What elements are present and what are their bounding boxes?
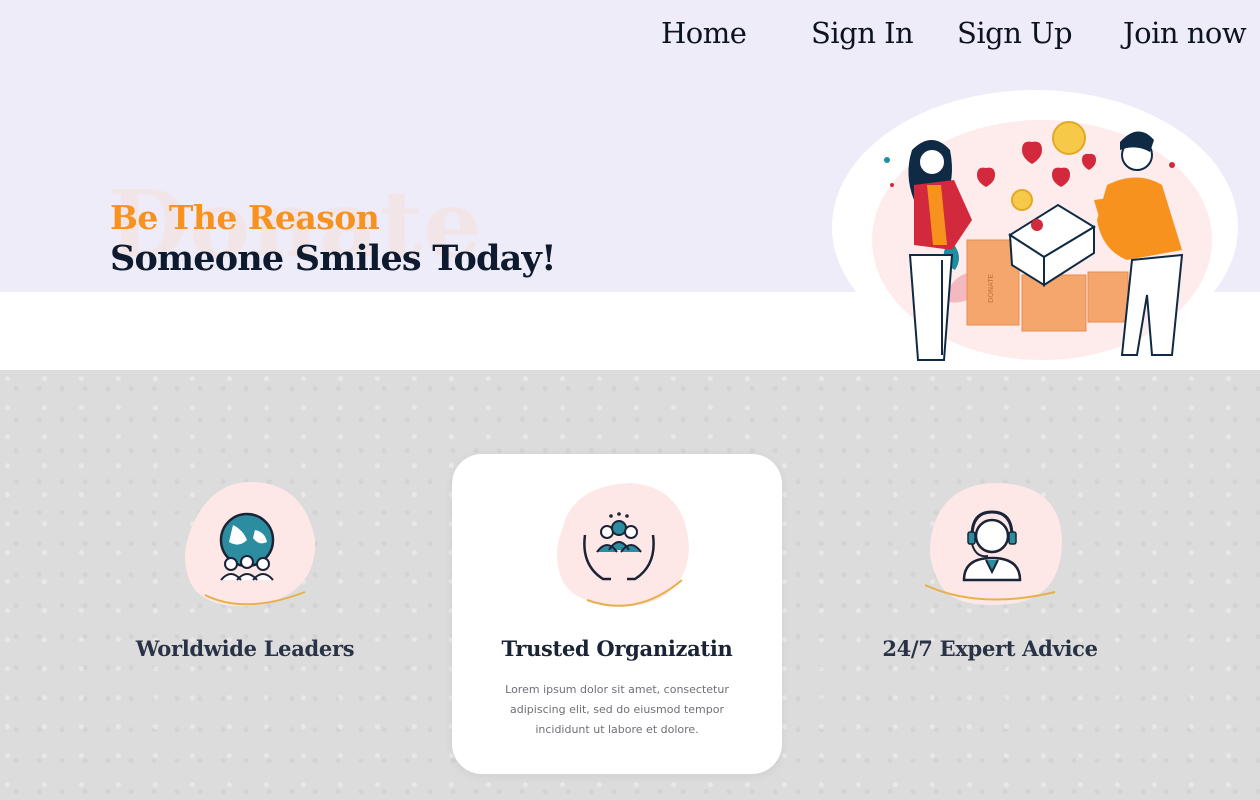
- headset-agent-icon: [924, 482, 1062, 605]
- feature-card-expert-advice: 24/7 Expert Advice: [825, 454, 1155, 774]
- feature-description: Lorem ipsum dolor sit amet, consectetur …: [505, 683, 729, 736]
- feature-title: Worldwide Leaders: [135, 636, 355, 661]
- hands-group-icon: [557, 483, 689, 607]
- hero-tagline-line2: Someone Smiles Today!: [110, 238, 556, 279]
- feature-title: Trusted Organizatin: [501, 636, 733, 661]
- feature-card-worldwide-leaders: Worldwide Leaders: [80, 454, 410, 774]
- nav-join-now-link[interactable]: Join now: [1123, 16, 1247, 50]
- nav-sign-in-link[interactable]: Sign In: [811, 16, 914, 50]
- top-navigation: Home Sign In Sign Up Join now: [0, 16, 1260, 60]
- hero-tagline-line1: Be The Reason: [110, 198, 380, 237]
- donation-illustration: DONATE: [832, 90, 1238, 364]
- nav-home-link[interactable]: Home: [661, 16, 747, 50]
- feature-title: 24/7 Expert Advice: [882, 636, 1098, 661]
- globe-people-icon: [185, 481, 316, 607]
- nav-sign-up-link[interactable]: Sign Up: [957, 16, 1073, 50]
- box-donate-label: DONATE: [987, 274, 995, 303]
- feature-card-trusted-organization: Trusted Organizatin Lorem ipsum dolor si…: [452, 454, 782, 774]
